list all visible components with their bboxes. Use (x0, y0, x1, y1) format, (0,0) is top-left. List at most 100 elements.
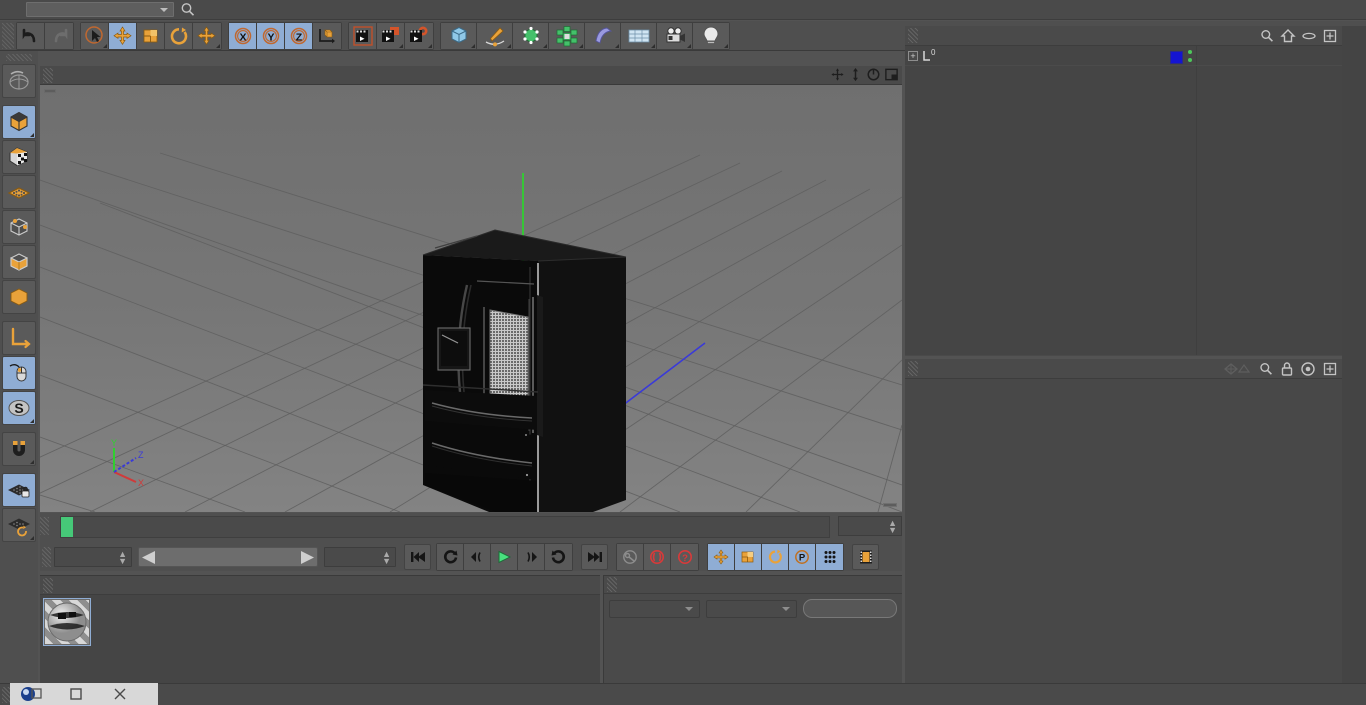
record-scale-button[interactable] (735, 544, 762, 570)
search-icon[interactable] (178, 0, 198, 20)
home-icon[interactable] (1280, 28, 1296, 47)
expand-toggle-icon[interactable]: + (908, 50, 918, 61)
range-right-handle[interactable] (301, 551, 314, 564)
close-icon[interactable] (98, 683, 142, 705)
layout-dropdown[interactable] (26, 2, 174, 17)
search-icon[interactable] (1259, 28, 1275, 47)
render-settings-button[interactable] (405, 22, 433, 49)
next-keyframe-button[interactable] (545, 544, 572, 570)
keyframe-selection-button[interactable]: ? (671, 544, 698, 570)
points-mode-button[interactable] (2, 175, 36, 209)
timeline-grip[interactable] (40, 517, 49, 535)
bend-deformer-button[interactable] (585, 22, 621, 49)
floor-environment-button[interactable] (621, 22, 657, 49)
edges-mode-button[interactable] (2, 210, 36, 244)
visibility-dots-icon[interactable] (1187, 49, 1193, 66)
next-frame-button[interactable] (518, 544, 545, 570)
apply-button[interactable] (802, 599, 897, 618)
add-camera-button[interactable] (657, 22, 693, 49)
object-axis-button[interactable] (2, 280, 36, 314)
coordinates-grip[interactable] (607, 577, 617, 592)
viewport-canvas[interactable]: Y X Z (40, 85, 902, 512)
range-left-handle[interactable] (142, 551, 155, 564)
redo-button[interactable] (45, 22, 73, 49)
record-parameter-button[interactable] (816, 544, 843, 570)
object-tree[interactable]: + 0 (905, 46, 1342, 355)
material-tag-icon[interactable] (1170, 51, 1183, 64)
rotate-tool-button[interactable] (165, 22, 193, 49)
undo-view-button[interactable] (2, 64, 36, 98)
status-bar-grip[interactable] (2, 686, 10, 703)
magnet-button[interactable] (2, 432, 36, 466)
previous-frame-button[interactable] (464, 544, 491, 570)
start-frame-field[interactable]: ▲ ▼ (54, 547, 132, 567)
lock-icon[interactable] (1280, 361, 1294, 380)
spinner-icon[interactable]: ▲ ▼ (888, 519, 897, 535)
end-frame-field[interactable]: ▲ ▼ (324, 547, 396, 567)
attribute-manager-grip[interactable] (908, 361, 918, 376)
enable-axis-button[interactable]: S (2, 391, 36, 425)
spinner-icon[interactable]: ▲ ▼ (382, 550, 391, 566)
left-toolbar-grip[interactable] (6, 54, 32, 61)
autokeying-button[interactable] (644, 544, 671, 570)
record-active-objects-button[interactable] (617, 544, 644, 570)
play-button[interactable] (491, 544, 518, 570)
playback-grip[interactable] (42, 547, 51, 567)
move-axis-button[interactable] (193, 22, 221, 49)
timeline-ruler[interactable]: ▲ ▼ (40, 513, 902, 541)
zoom-icon[interactable] (848, 67, 863, 85)
app-icon[interactable] (10, 683, 54, 705)
go-to-end-button[interactable] (581, 544, 608, 570)
material-item[interactable] (43, 598, 91, 646)
record-pla-button[interactable]: P (789, 544, 816, 570)
rotate-view-icon[interactable] (866, 67, 881, 85)
axis-z-button[interactable]: Z (285, 22, 313, 49)
viewport-solo-button[interactable] (2, 356, 36, 390)
scale-tool-button[interactable] (137, 22, 165, 49)
ellipse-icon[interactable] (1301, 28, 1317, 47)
add-cube-button[interactable] (441, 22, 477, 49)
live-selection-button[interactable] (81, 22, 109, 49)
timeline-filter-button[interactable] (852, 544, 879, 570)
render-view-button[interactable] (349, 22, 377, 49)
workplane-lock-button[interactable] (2, 473, 36, 507)
render-region-button[interactable] (377, 22, 405, 49)
material-manager-grip[interactable] (43, 577, 53, 593)
go-to-start-button[interactable] (404, 544, 431, 570)
previous-keyframe-button[interactable] (437, 544, 464, 570)
spinner-icon[interactable]: ▲ ▼ (118, 550, 127, 566)
move-tool-button[interactable] (109, 22, 137, 49)
coordinate-system-dropdown[interactable] (609, 599, 700, 618)
transform-mode-dropdown[interactable] (705, 599, 797, 618)
array-button[interactable] (549, 22, 585, 49)
pan-icon[interactable] (830, 67, 845, 85)
record-rotation-button[interactable] (762, 544, 789, 570)
axis-x-button[interactable]: X (229, 22, 257, 49)
maximize-view-icon[interactable] (884, 67, 899, 85)
world-coordinate-button[interactable] (313, 22, 341, 49)
search-icon[interactable] (1258, 361, 1274, 380)
texture-mode-button[interactable] (2, 140, 36, 174)
add-light-button[interactable] (693, 22, 729, 49)
attribute-content[interactable] (905, 379, 1342, 684)
generator-button[interactable] (513, 22, 549, 49)
timeline-frame-field[interactable]: ▲ ▼ (838, 516, 902, 536)
target-icon[interactable] (1300, 361, 1316, 380)
viewport-grip[interactable] (43, 67, 53, 83)
restore-icon[interactable] (54, 683, 98, 705)
object-row[interactable]: + 0 (905, 46, 1342, 66)
polygons-mode-button[interactable] (2, 245, 36, 279)
plus-box-icon[interactable] (1322, 361, 1338, 380)
animation-icon[interactable] (1222, 361, 1252, 380)
toolbar-grip[interactable] (2, 22, 14, 49)
record-position-button[interactable] (708, 544, 735, 570)
axis-y-button[interactable]: Y (257, 22, 285, 49)
object-manager-grip[interactable] (908, 28, 918, 43)
object-axis-toggle-button[interactable] (2, 321, 36, 355)
undo-button[interactable] (17, 22, 45, 49)
current-time-marker[interactable] (61, 517, 73, 537)
model-mode-button[interactable] (2, 105, 36, 139)
preview-range-bar[interactable] (138, 547, 318, 567)
plus-box-icon[interactable] (1322, 28, 1338, 47)
material-list[interactable] (40, 595, 600, 685)
